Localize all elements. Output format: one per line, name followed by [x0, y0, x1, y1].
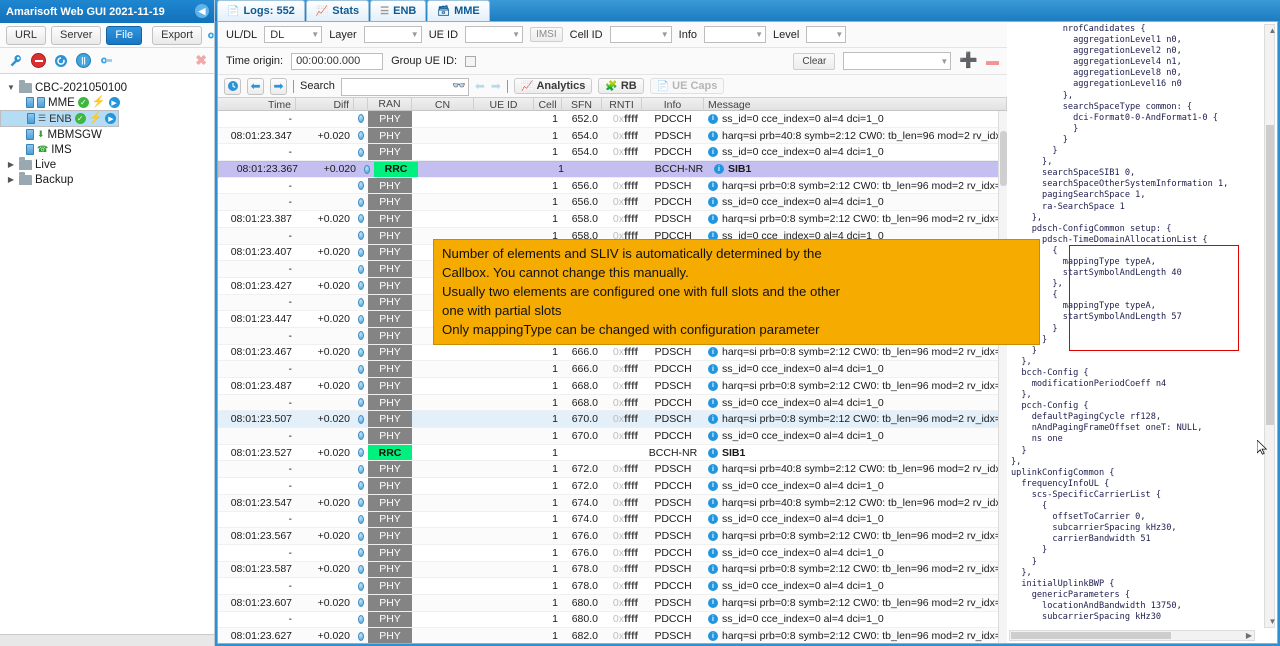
play-icon[interactable]: ▶ — [105, 113, 117, 124]
folder-icon — [19, 171, 32, 185]
tree-item-label: CBC-2021050100 — [35, 81, 128, 94]
tree-item-cbc[interactable]: ▼ CBC-2021050100 — [0, 79, 214, 95]
tab-label: ENB — [393, 5, 417, 17]
server-icon — [27, 113, 35, 124]
play-icon[interactable]: ▶ — [108, 97, 120, 108]
tree-item-label: ENB — [49, 112, 72, 125]
stop-icon[interactable] — [31, 53, 46, 68]
page-title: Amarisoft Web GUI 2021-11-19 — [6, 5, 165, 18]
url-button[interactable]: URL — [6, 25, 47, 45]
annotation-line-1: Number of elements and SLIV is automatic… — [442, 246, 822, 261]
collapse-panel-icon[interactable]: ◀ — [195, 4, 209, 18]
config-tree: ▼ CBC-2021050100 MME ✓ ⚡ ▶ ☰ ENB ✓ ⚡ ▶ ⬇… — [0, 74, 214, 634]
tab-label: Logs: 552 — [243, 5, 295, 17]
bolt-icon: ⚡ — [88, 112, 103, 124]
bolt-icon: ⚡ — [91, 96, 106, 108]
server-icon: 🗃 — [437, 5, 451, 17]
tab-label: Stats — [332, 5, 360, 17]
chevron-right-icon[interactable]: ▶ — [6, 160, 16, 169]
status-ok-icon: ✓ — [77, 97, 89, 108]
status-ok-icon: ✓ — [74, 113, 86, 124]
annotation-line-3: Usually two elements are configured one … — [442, 284, 841, 299]
tab-label: MME — [454, 5, 480, 17]
application-window: Amarisoft Web GUI 2021-11-19 ◀ URL Serve… — [0, 0, 1280, 646]
source-button-row: URL Server File Export — [0, 23, 219, 48]
folder-icon — [19, 79, 32, 93]
annotation-line-4: one with partial slots — [442, 303, 562, 318]
sidebar-footer — [0, 634, 214, 646]
export-button[interactable]: Export — [152, 25, 202, 45]
pause-icon[interactable]: || — [76, 53, 91, 68]
tree-item-label: Backup — [35, 173, 74, 186]
server-icon — [26, 144, 34, 155]
refresh-icon[interactable] — [52, 52, 70, 70]
antenna-icon: ☰ — [38, 113, 47, 123]
annotation-line-5: Only mappingType can be changed with con… — [442, 322, 820, 337]
phone-icon: ☎ — [37, 144, 49, 154]
close-x-icon[interactable]: ✖ — [195, 52, 207, 69]
mouse-cursor — [1257, 440, 1267, 455]
tree-item-live[interactable]: ▶ Live — [0, 156, 214, 172]
tree-item-label: Live — [35, 158, 57, 171]
annotation-line-2: Callbox. You cannot change this manually… — [442, 265, 689, 280]
chevron-right-icon[interactable]: ▶ — [6, 175, 16, 184]
tree-item-enb[interactable]: ☰ ENB ✓ ⚡ ▶ — [0, 110, 120, 127]
left-sidebar: Amarisoft Web GUI 2021-11-19 ◀ URL Serve… — [0, 0, 219, 646]
folder-icon — [19, 156, 32, 170]
antenna-icon: ☰ — [380, 5, 390, 17]
tab-bar: 📄 Logs: 552 📈 Stats ☰ ENB 🗃 MME — [215, 0, 1280, 21]
tree-item-label: MBMSGW — [47, 128, 102, 141]
tree-item-ims[interactable]: ☎ IMS — [0, 142, 214, 157]
server-button[interactable]: Server — [51, 25, 102, 45]
tree-item-mbmsgw[interactable]: ⬇ MBMSGW — [0, 127, 214, 142]
bar-chart-icon: 📈 — [315, 5, 329, 17]
tab-mme[interactable]: 🗃 MME — [427, 0, 490, 21]
tab-stats[interactable]: 📈 Stats — [305, 0, 370, 21]
tab-enb[interactable]: ☰ ENB — [370, 0, 427, 21]
download-icon: ⬇ — [37, 129, 45, 139]
tree-item-label: IMS — [51, 143, 72, 156]
tree-item-backup[interactable]: ▶ Backup — [0, 171, 214, 187]
app-title-bar: Amarisoft Web GUI 2021-11-19 ◀ — [0, 0, 214, 23]
annotation-callout: Number of elements and SLIV is automatic… — [433, 239, 1040, 345]
tab-logs[interactable]: 📄 Logs: 552 — [217, 0, 305, 21]
server-icon — [26, 129, 34, 140]
chevron-down-icon[interactable]: ▼ — [6, 83, 16, 92]
tree-toolbar: || ✖ — [0, 48, 214, 74]
tree-item-label: MME — [48, 96, 75, 109]
server-icon — [37, 97, 45, 108]
tree-item-mme[interactable]: MME ✓ ⚡ ▶ — [0, 95, 214, 110]
plug-icon[interactable] — [97, 52, 115, 70]
server-icon — [26, 97, 34, 108]
wrench-icon[interactable] — [7, 52, 25, 70]
file-button[interactable]: File — [106, 25, 143, 45]
document-icon: 📄 — [227, 5, 240, 17]
